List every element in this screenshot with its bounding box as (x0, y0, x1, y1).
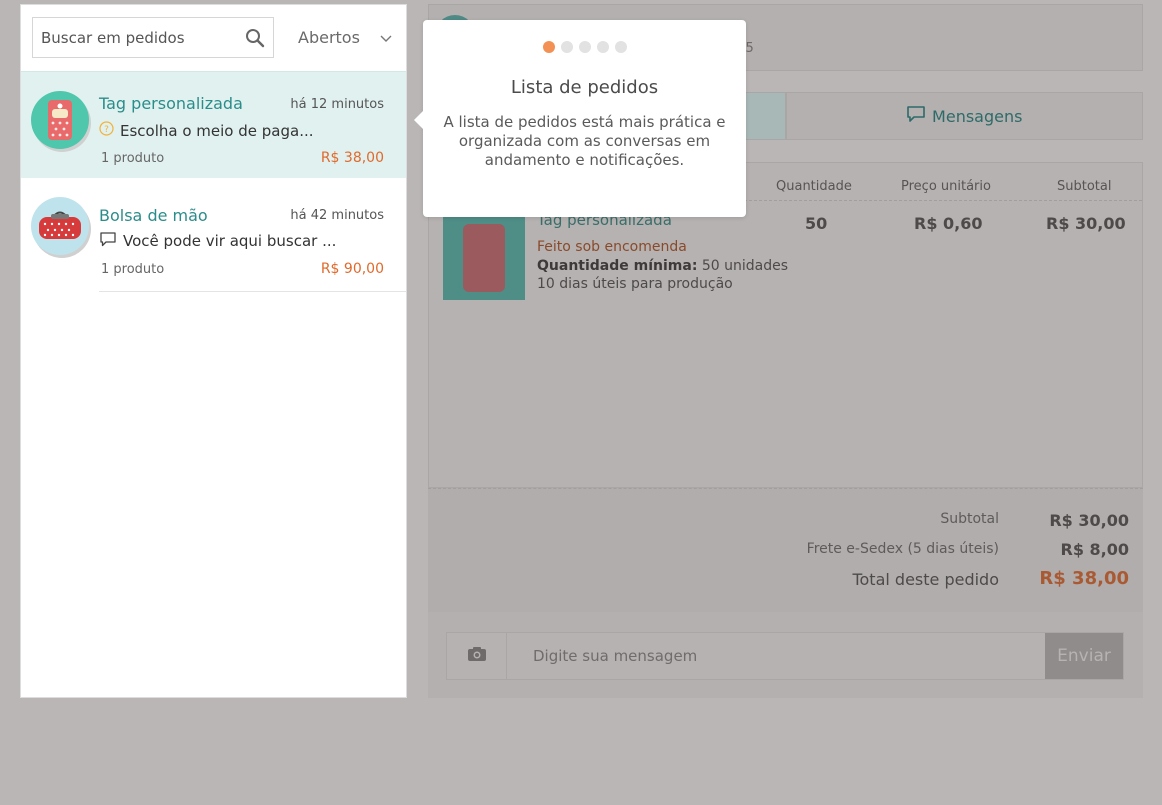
product-quantity: 50 (805, 214, 828, 233)
subtotal-label: Subtotal (940, 511, 999, 527)
order-time: há 12 minutos (290, 97, 384, 112)
orders-sidebar: Abertos Tag personalizada há 12 minutos … (20, 4, 407, 698)
divider (99, 291, 406, 292)
order-totals: Subtotal R$ 30,00 Frete e-Sedex (5 dias … (428, 488, 1143, 612)
svg-text:?: ? (104, 125, 109, 135)
message-composer: Enviar (428, 612, 1143, 698)
tooltip-arrow (414, 110, 424, 130)
onboarding-tooltip: Lista de pedidos A lista de pedidos está… (414, 20, 746, 217)
order-title: Bolsa de mão (99, 206, 208, 225)
step-dot[interactable] (560, 41, 573, 53)
step-dot[interactable] (542, 41, 555, 53)
shipping-label: Frete e-Sedex (5 dias úteis) (806, 541, 999, 557)
order-message-text: Você pode vir aqui buscar ... (123, 232, 337, 250)
camera-icon (467, 646, 487, 666)
min-quantity-label: Quantidade mínima: (537, 258, 698, 274)
order-price: R$ 90,00 (320, 261, 384, 277)
product-unit-price: R$ 0,60 (914, 214, 983, 233)
product-subtotal: R$ 30,00 (1046, 214, 1126, 233)
order-product-count: 1 produto (101, 151, 165, 166)
send-button[interactable]: Enviar (1045, 633, 1123, 679)
made-to-order-label: Feito sob encomenda (537, 239, 687, 255)
product-thumbnail[interactable] (443, 216, 525, 300)
subtotal-value: R$ 30,00 (1049, 511, 1129, 530)
step-dot[interactable] (578, 41, 591, 53)
status-filter-dropdown[interactable]: Abertos (298, 28, 392, 47)
composer-box: Enviar (446, 632, 1124, 680)
chevron-down-icon (380, 28, 392, 47)
attach-photo-button[interactable] (447, 633, 507, 679)
order-time: há 42 minutos (290, 208, 384, 223)
min-quantity: Quantidade mínima: 50 unidades (537, 258, 788, 274)
speech-bubble-icon (99, 231, 117, 251)
tooltip-body: A lista de pedidos está mais prática e o… (443, 113, 726, 169)
tooltip-title: Lista de pedidos (510, 77, 659, 98)
product-avatar (31, 91, 89, 149)
order-list-item[interactable]: Tag personalizada há 12 minutos ? Escolh… (21, 71, 406, 178)
order-last-message: ? Escolha o meio de paga... (99, 121, 314, 140)
shipping-value: R$ 8,00 (1060, 540, 1130, 559)
product-avatar (31, 197, 89, 255)
min-quantity-value: 50 unidades (701, 258, 789, 274)
search-input[interactable] (33, 28, 237, 47)
clock-question-icon: ? (99, 121, 114, 140)
status-filter-value: Abertos (298, 28, 360, 47)
order-product-count: 1 produto (101, 262, 165, 277)
order-title: Tag personalizada (99, 94, 243, 113)
tab-messages[interactable]: Mensagens (785, 92, 1143, 140)
order-price: R$ 38,00 (320, 150, 384, 166)
col-subtotal: Subtotal (1057, 179, 1112, 194)
col-quantity: Quantidade (776, 179, 852, 194)
production-time: 10 dias úteis para produção (537, 276, 733, 292)
step-dot[interactable] (596, 41, 609, 53)
order-list-item[interactable]: Bolsa de mão há 42 minutos Você pode vir… (21, 185, 406, 292)
total-label: Total deste pedido (852, 570, 999, 589)
order-last-message: Você pode vir aqui buscar ... (99, 231, 336, 251)
step-indicator (423, 41, 746, 53)
order-message-text: Escolha o meio de paga... (120, 121, 314, 140)
search-icon[interactable] (237, 28, 273, 48)
search-box (32, 17, 274, 58)
total-value: R$ 38,00 (1039, 568, 1129, 589)
tab-messages-label: Mensagens (932, 106, 1023, 126)
speech-bubble-icon (906, 105, 926, 127)
message-input[interactable] (507, 633, 1045, 679)
col-unit-price: Preço unitário (901, 179, 991, 194)
step-dot[interactable] (614, 41, 627, 53)
